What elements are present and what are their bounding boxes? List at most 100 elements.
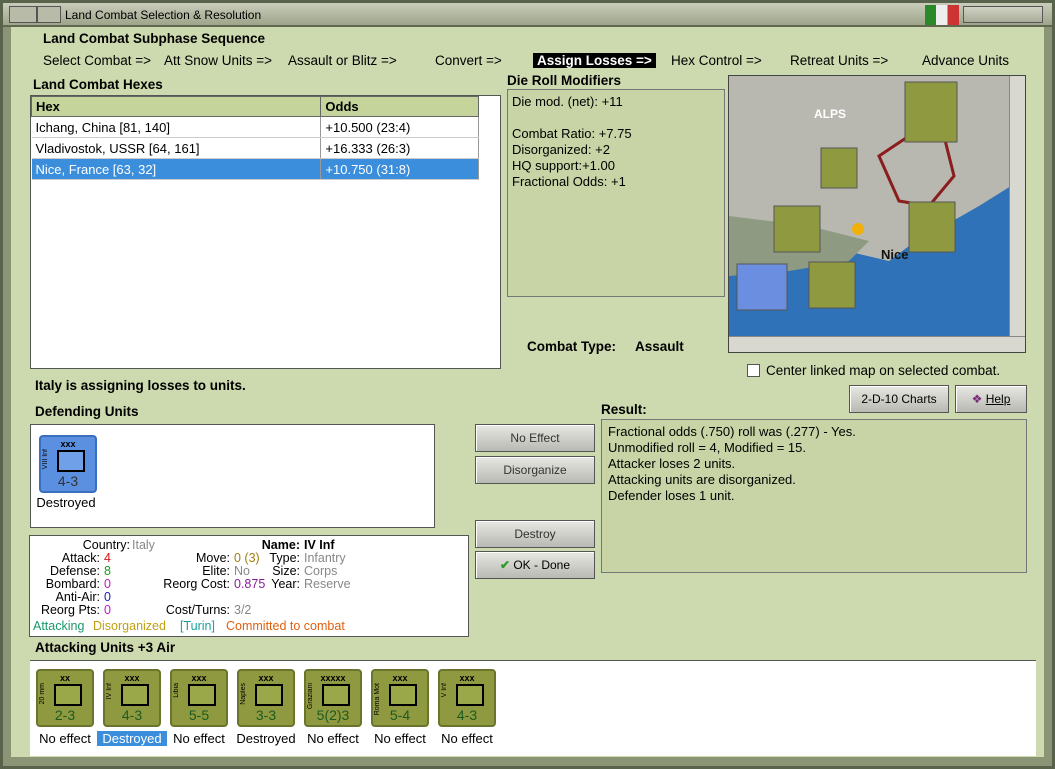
attacker-unit-counter[interactable]: xxx V Inf 4-3 bbox=[438, 669, 496, 727]
unit-strength: 4-3 bbox=[456, 707, 478, 723]
destroy-button[interactable]: Destroy bbox=[475, 520, 595, 548]
unit-size: xxx bbox=[191, 673, 207, 683]
odds-cell: +16.333 (26:3) bbox=[320, 137, 479, 159]
attacker-unit-counter[interactable]: xx 20 mm 2-3 bbox=[36, 669, 94, 727]
map-combat-marker bbox=[852, 223, 864, 235]
attacker-unit-counter[interactable]: xxx Naples 3-3 bbox=[237, 669, 295, 727]
die-line: Fractional Odds: +1 bbox=[512, 174, 626, 189]
minimize-button[interactable] bbox=[37, 6, 61, 23]
defender-unit-counter[interactable]: xxx VIII Inf 4-3 bbox=[39, 435, 97, 493]
unit-symbol-icon bbox=[54, 684, 82, 706]
infantry-symbol-icon bbox=[57, 450, 85, 472]
reorg-value: 0 bbox=[104, 603, 111, 617]
table-row-selected[interactable]: Nice, France [63, 32] +10.750 (31:8) bbox=[31, 158, 479, 180]
phase-assign-losses: Assign Losses => bbox=[533, 53, 656, 68]
center-map-label: Center linked map on selected combat. bbox=[766, 363, 1001, 378]
title-bar-bevel bbox=[963, 6, 1043, 23]
result-panel: Fractional odds (.750) roll was (.277) -… bbox=[601, 419, 1027, 573]
map-unit-plane[interactable] bbox=[808, 261, 856, 309]
combat-type-label: Combat Type: bbox=[527, 339, 617, 354]
attacker-unit-counter[interactable]: xxx IV Inf 4-3 bbox=[103, 669, 161, 727]
col-odds[interactable]: Odds bbox=[320, 96, 479, 117]
result-line: Attacking units are disorganized. bbox=[608, 472, 796, 487]
odds-cell: +10.500 (23:4) bbox=[320, 116, 479, 138]
phase-assault-or-blitz: Assault or Blitz => bbox=[288, 53, 397, 68]
system-menu-button[interactable] bbox=[9, 6, 37, 23]
unit-size: xxxxx bbox=[320, 673, 346, 683]
die-title: Die Roll Modifiers bbox=[507, 73, 622, 88]
odds-cell: +10.750 (31:8) bbox=[320, 158, 479, 180]
unit-name: IV Inf bbox=[106, 683, 113, 700]
unit-symbol-icon bbox=[322, 684, 350, 706]
unit-info-panel: Country: Italy Attack: 4 Defense: 8 Bomb… bbox=[29, 535, 469, 637]
phase-att-snow-units: Att Snow Units => bbox=[164, 53, 273, 68]
unit-size: xxx bbox=[60, 439, 76, 449]
hexes-table: Hex Odds Ichang, China [81, 140] +10.500 (… bbox=[30, 96, 479, 180]
table-row[interactable]: Ichang, China [81, 140] +10.500 (23:4) bbox=[31, 116, 479, 138]
die-line: Disorganized: +2 bbox=[512, 142, 610, 157]
disorganize-button[interactable]: Disorganize bbox=[475, 456, 595, 484]
year-label: Year: bbox=[271, 577, 300, 591]
hexes-title: Land Combat Hexes bbox=[33, 77, 163, 92]
map-unit-naples[interactable] bbox=[820, 147, 858, 189]
attacker-unit-counter[interactable]: xxxxx Graziani 5(2)3 bbox=[304, 669, 362, 727]
map-unit-falco[interactable] bbox=[904, 81, 958, 143]
attacking-units-panel: xx 20 mm 2-3 No effect xxx IV Inf 4-3 Destroyed… bbox=[30, 660, 1036, 756]
unit-symbol-icon bbox=[188, 684, 216, 706]
die-line: HQ support:+1.00 bbox=[512, 158, 615, 173]
attacker-result: Destroyed bbox=[236, 731, 296, 746]
map-region-label: ALPS bbox=[814, 107, 846, 121]
ok-done-label: OK - Done bbox=[513, 558, 571, 572]
subphase-sequence: Land Combat Subphase Sequence Select Com… bbox=[33, 31, 1033, 71]
die-line: Die mod. (net): +11 bbox=[512, 94, 623, 109]
unit-strength: 5(2)3 bbox=[316, 707, 350, 723]
combat-window: Land Combat Selection & Resolution Land … bbox=[0, 0, 1055, 769]
table-row[interactable]: Vladivostok, USSR [64, 161] +16.333 (26:3… bbox=[31, 137, 479, 159]
ok-done-button[interactable]: ✔ OK - Done bbox=[475, 551, 595, 579]
unit-strength: 4-3 bbox=[121, 707, 143, 723]
linked-map[interactable]: ALPS Nice bbox=[728, 75, 1026, 353]
map-unit-richelieu[interactable] bbox=[736, 263, 788, 311]
unit-size: xxx bbox=[258, 673, 274, 683]
phase-select-combat: Select Combat => bbox=[43, 53, 152, 68]
unit-symbol-icon bbox=[456, 684, 484, 706]
status-committed: Committed to combat bbox=[226, 619, 345, 633]
unit-strength: 5-4 bbox=[389, 707, 411, 723]
attacker-result: No effect bbox=[173, 731, 225, 746]
help-button[interactable]: ❖ Help bbox=[955, 385, 1027, 413]
col-hex[interactable]: Hex bbox=[30, 96, 322, 117]
attacker-result: No effect bbox=[307, 731, 359, 746]
status-disorganized: Disorganized bbox=[93, 619, 166, 633]
attacker-result: No effect bbox=[441, 731, 493, 746]
frame-bottom bbox=[3, 757, 1052, 766]
unit-strength: 2-3 bbox=[54, 707, 76, 723]
phase-advance-units: Advance Units bbox=[922, 53, 1010, 68]
map-unit-graziani[interactable] bbox=[908, 201, 956, 253]
hex-cell: Ichang, China [81, 140] bbox=[31, 116, 322, 138]
defending-units-panel: xxx VIII Inf 4-3 Destroyed bbox=[30, 424, 435, 528]
attacker-unit-counter[interactable]: xxx Roma Mot 5-4 bbox=[371, 669, 429, 727]
cost-turns-label: Cost/Turns: bbox=[165, 603, 230, 617]
defending-title: Defending Units bbox=[35, 404, 139, 419]
subphase-title: Land Combat Subphase Sequence bbox=[43, 31, 266, 46]
map-hscroll[interactable] bbox=[729, 336, 1025, 352]
charts-button[interactable]: 2-D-10 Charts bbox=[849, 385, 949, 413]
reorg-cost-label: Reorg Cost: bbox=[163, 577, 230, 591]
center-map-checkbox[interactable] bbox=[747, 364, 760, 377]
unit-name: 20 mm bbox=[39, 683, 46, 705]
phase-convert: Convert => bbox=[435, 53, 502, 68]
defender-result: Destroyed bbox=[36, 495, 96, 510]
result-line: Unmodified roll = 4, Modified = 15. bbox=[608, 440, 806, 455]
no-effect-button[interactable]: No Effect bbox=[475, 424, 595, 452]
attacker-result: Destroyed bbox=[97, 731, 167, 746]
unit-strength: 4-3 bbox=[57, 473, 79, 489]
map-unit-20mm[interactable] bbox=[773, 205, 821, 253]
map-vscroll[interactable] bbox=[1009, 76, 1025, 338]
map-view: ALPS Nice bbox=[729, 76, 1011, 338]
unit-name: Graziani bbox=[307, 683, 314, 710]
unit-size: xxx bbox=[459, 673, 475, 683]
year-value: Reserve bbox=[304, 577, 351, 591]
unit-strength: 3-3 bbox=[255, 707, 277, 723]
attacker-unit-counter[interactable]: xxx Libia 5-5 bbox=[170, 669, 228, 727]
attacker-result: No effect bbox=[374, 731, 426, 746]
